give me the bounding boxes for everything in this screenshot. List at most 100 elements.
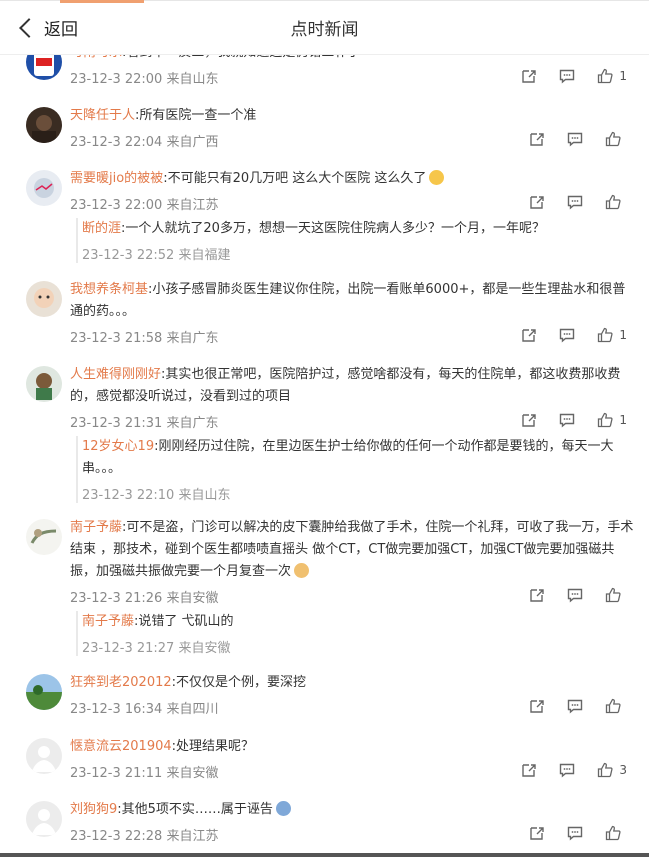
- share-icon: [521, 327, 537, 343]
- thumbs-up-icon: [605, 698, 621, 714]
- avatar[interactable]: [26, 519, 62, 555]
- comment-icon: [567, 825, 583, 841]
- comment-button[interactable]: [559, 327, 575, 343]
- comment-text: :所有医院一查一个准: [135, 108, 257, 123]
- comment-icon: [567, 194, 583, 210]
- reply-text: :一个人就坑了20多万，想想一天这医院住院病人多少？一个月，一年呢？: [121, 221, 545, 236]
- page-title: 点时新闻: [290, 20, 359, 40]
- comment-username[interactable]: 南子予藤: [70, 520, 122, 535]
- thumbs-up-icon: [605, 131, 621, 147]
- crying-emoji-icon: [275, 801, 291, 816]
- share-icon: [529, 587, 545, 603]
- comment-meta: 23-12-3 22:00 来自山东: [70, 72, 219, 87]
- reply-text: :说错了 弋矶山的: [134, 614, 234, 629]
- comment-username[interactable]: 需要暖jio的被被: [70, 171, 163, 186]
- reply-username[interactable]: 断的涯: [82, 221, 121, 236]
- share-button[interactable]: [521, 327, 537, 343]
- share-button[interactable]: [529, 698, 545, 714]
- reply-meta: 23-12-3 22:52 来自福建: [82, 248, 231, 263]
- like-count: 1: [619, 413, 627, 427]
- like-button[interactable]: 1: [597, 327, 627, 343]
- share-button[interactable]: [521, 412, 537, 428]
- thumbs-up-icon: [605, 194, 621, 210]
- top-nav-bar: 返回 点时新闻: [0, 0, 649, 55]
- comment-button[interactable]: [567, 131, 583, 147]
- thumbs-up-icon: [597, 412, 613, 428]
- comment-username[interactable]: 人生难得刚刚好: [70, 367, 161, 382]
- like-count: 1: [619, 328, 627, 342]
- avatar[interactable]: [26, 107, 62, 143]
- comment-icon: [559, 412, 575, 428]
- comment-text: :不仅仅是个例，要深挖: [171, 675, 307, 690]
- comment-meta: 23-12-3 21:26 来自安徽: [70, 591, 219, 606]
- like-button[interactable]: [605, 587, 627, 603]
- comment-meta: 23-12-3 21:31 来自广东: [70, 416, 219, 431]
- avatar[interactable]: [26, 801, 62, 837]
- share-button[interactable]: [529, 587, 545, 603]
- reply-meta: 23-12-3 22:10 来自山东: [82, 488, 231, 503]
- share-button[interactable]: [529, 825, 545, 841]
- comment-button[interactable]: [559, 68, 575, 84]
- like-button[interactable]: 1: [597, 412, 627, 428]
- comment-username[interactable]: 惬意流云201904: [70, 739, 172, 754]
- like-button[interactable]: [605, 131, 627, 147]
- share-button[interactable]: [529, 131, 545, 147]
- like-count: 3: [619, 763, 627, 777]
- avatar[interactable]: [26, 281, 62, 317]
- share-icon: [521, 412, 537, 428]
- reply-username[interactable]: 12岁女心19: [82, 439, 154, 454]
- share-icon: [529, 698, 545, 714]
- cat-emoji-icon: [294, 563, 310, 578]
- comment-meta: 23-12-3 22:00 来自江苏: [70, 198, 219, 213]
- comment-icon: [559, 762, 575, 778]
- comment-icon: [567, 131, 583, 147]
- tab-indicator: [60, 0, 144, 3]
- comment-text: :可不是盗，门诊可以解决的皮下囊肿给我做了手术，住院一个礼拜，可收了我一万，手术…: [70, 520, 634, 579]
- comment-button[interactable]: [567, 698, 583, 714]
- like-count: 1: [619, 69, 627, 83]
- share-button[interactable]: [521, 762, 537, 778]
- comment-button[interactable]: [559, 412, 575, 428]
- comment-username[interactable]: 天降任于人: [70, 108, 135, 123]
- avatar[interactable]: [26, 738, 62, 774]
- thumbs-up-icon: [605, 587, 621, 603]
- comment-icon: [567, 698, 583, 714]
- comment-meta: 23-12-3 22:04 来自广西: [70, 135, 219, 150]
- comment-icon: [567, 587, 583, 603]
- comment-icon: [559, 68, 575, 84]
- comment-text: :处理结果呢？: [171, 739, 255, 754]
- share-button[interactable]: [521, 68, 537, 84]
- comment-button[interactable]: [567, 194, 583, 210]
- like-button[interactable]: [605, 698, 627, 714]
- like-button[interactable]: [605, 825, 627, 841]
- like-button[interactable]: 1: [597, 68, 627, 84]
- comment-meta: 23-12-3 16:34 来自四川: [70, 702, 219, 717]
- comment-text: :不可能只有20几万吧 这么大个医院 这么久了: [163, 171, 427, 186]
- comment-button[interactable]: [559, 762, 575, 778]
- comment-username[interactable]: 我想养条柯基: [70, 282, 148, 297]
- reply-item: 12岁女心19:刚刚经历过住院，在里边医生护士给你做的任何一个动作都是要钱的，每…: [76, 436, 637, 503]
- avatar[interactable]: [26, 366, 62, 402]
- reply-item: 南子予藤:说错了 弋矶山的 23-12-3 21:27 来自安徽: [76, 611, 637, 656]
- comment-username[interactable]: 狂奔到老202012: [70, 675, 172, 690]
- like-button[interactable]: [605, 194, 627, 210]
- share-icon: [529, 825, 545, 841]
- comment-icon: [559, 327, 575, 343]
- comment-username[interactable]: 刘狗狗9: [70, 802, 117, 817]
- comment-button[interactable]: [567, 587, 583, 603]
- avatar[interactable]: [26, 170, 62, 206]
- comment-meta: 23-12-3 21:58 来自广东: [70, 331, 219, 346]
- bottom-edge-bar: [0, 853, 649, 857]
- share-button[interactable]: [529, 194, 545, 210]
- comment-button[interactable]: [567, 825, 583, 841]
- share-icon: [529, 194, 545, 210]
- share-icon: [521, 762, 537, 778]
- comment-meta: 23-12-3 22:28 来自江苏: [70, 829, 219, 844]
- reply-username[interactable]: 南子予藤: [82, 614, 134, 629]
- share-icon: [529, 131, 545, 147]
- like-button[interactable]: 3: [597, 762, 627, 778]
- comment-meta: 23-12-3 21:11 来自安徽: [70, 766, 219, 781]
- avatar[interactable]: [26, 674, 62, 710]
- thumbs-up-icon: [605, 825, 621, 841]
- thumbs-up-icon: [597, 762, 613, 778]
